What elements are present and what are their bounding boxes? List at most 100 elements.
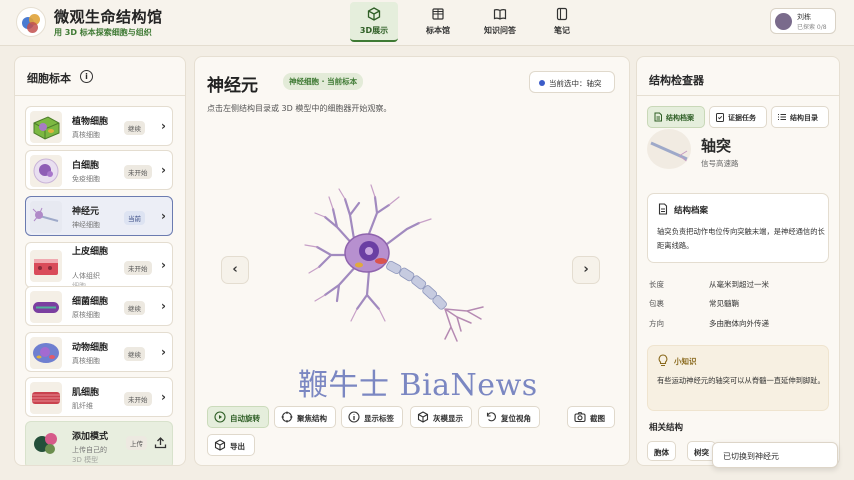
specimen-name: 白细胞 — [72, 161, 100, 171]
specimen-card-epithelial-cell[interactable]: 上皮细胞 人体组织 细胞 未开始 › — [25, 242, 173, 290]
toast-notification: 已切换到神经元 — [712, 442, 838, 468]
current-selection-text: 当前选中：轴突 — [549, 79, 602, 88]
status-badge: 继续 — [124, 121, 145, 135]
document-icon — [658, 203, 668, 215]
tool-label: 显示标签 — [364, 414, 394, 423]
specimen-panel: 细胞标本 i 植物细胞 真核细胞 继续 › 白细胞 免疫细胞 未开始 › 神经元… — [14, 56, 186, 466]
nav-tab-label: 3D展示 — [359, 26, 389, 35]
property-label: 长度 — [649, 280, 664, 289]
chevron-right-icon: › — [161, 299, 166, 313]
add-mode-subtitle-continued: 3D 模型 — [72, 456, 99, 464]
tab-evidence-tasks[interactable]: 证据任务 — [709, 106, 767, 128]
bacterial-cell-thumbnail — [30, 291, 62, 323]
add-mode-card[interactable]: 添加模式 上传自己的 3D 模型 上传 — [25, 421, 173, 465]
chevron-right-icon: › — [161, 345, 166, 359]
specimen-card-neuron[interactable]: 神经元 神经细胞 当前 › — [25, 196, 173, 236]
tool-label: 截图 — [590, 414, 605, 423]
status-badge: 未开始 — [124, 261, 152, 275]
grid-icon — [432, 8, 444, 20]
focus-structure-button[interactable]: 聚焦结构 — [274, 406, 336, 428]
specimen-card-bacterial-cell[interactable]: 细菌细胞 原核细胞 继续 › — [25, 286, 173, 326]
app-title: 微观生命结构馆 — [54, 8, 163, 26]
nav-tab-label: 知识问答 — [484, 26, 516, 35]
dossier-body: 轴突负责把动作电位传向突触末端，是神经通信的长距离线路。 — [657, 227, 825, 250]
specimen-card-animal-cell[interactable]: 动物细胞 真核细胞 继续 › — [25, 332, 173, 372]
specimen-card-white-blood-cell[interactable]: 白细胞 免疫细胞 未开始 › — [25, 150, 173, 190]
user-chip[interactable]: 刘栋 已探索 0/8 — [770, 8, 836, 34]
reset-view-button[interactable]: 复位视角 — [478, 406, 540, 428]
chevron-right-icon: › — [161, 119, 166, 133]
nav-tab-quiz[interactable]: 知识问答 — [476, 2, 524, 42]
status-badge: 继续 — [124, 301, 145, 315]
property-label: 包裹 — [649, 299, 664, 308]
crosshair-icon — [281, 411, 293, 423]
nav-tab-3d-display[interactable]: 3D展示 — [350, 2, 398, 42]
status-badge: 当前 — [124, 211, 145, 225]
nav-tab-specimen-hall[interactable]: 标本馆 — [414, 2, 462, 42]
structure-name: 轴突 — [701, 137, 732, 155]
tool-label: 聚焦结构 — [297, 414, 327, 423]
show-labels-button[interactable]: 显示标签 — [341, 406, 403, 428]
neuron-3d-model[interactable] — [295, 177, 525, 347]
property-value: 多由胞体向外传递 — [709, 319, 769, 328]
watermark: 鞭牛士 BiaNews — [298, 368, 538, 403]
dossier-title: 结构档案 — [674, 206, 709, 216]
document-icon — [654, 112, 662, 122]
white-blood-cell-thumbnail — [30, 155, 62, 187]
user-name: 刘栋 — [797, 13, 811, 21]
specimen-tag: 神经细胞 · 当前标本 — [283, 73, 364, 90]
add-mode-subtitle: 上传自己的 — [72, 446, 107, 454]
nav-tab-notes[interactable]: 笔记 — [538, 2, 586, 42]
related-chip-soma[interactable]: 胞体 — [647, 441, 676, 461]
camera-icon — [574, 412, 586, 423]
lightbulb-icon — [658, 354, 668, 367]
specimen-type: 肌纤维 — [72, 402, 93, 410]
viewer-panel: 神经元 神经细胞 · 当前标本 当前选中：轴突 点击左侧结构目录或 3D 模型中… — [194, 56, 630, 466]
specimen-type: 真核细胞 — [72, 357, 100, 365]
chevron-right-icon: › — [161, 209, 166, 223]
status-badge: 继续 — [124, 347, 145, 361]
status-badge: 未开始 — [124, 165, 152, 179]
screenshot-button[interactable]: 截图 — [567, 406, 615, 428]
previous-specimen-button[interactable]: ‹ — [221, 256, 249, 284]
tab-structure-index[interactable]: 结构目录 — [771, 106, 829, 128]
property-value: 常见髓鞘 — [709, 299, 739, 308]
property-label: 方向 — [649, 319, 664, 328]
tool-label: 自动旋转 — [230, 414, 260, 423]
notebook-icon — [556, 7, 568, 21]
specimen-type: 免疫细胞 — [72, 175, 100, 183]
specimen-panel-title: 细胞标本 — [27, 72, 71, 85]
auto-rotate-button[interactable]: 自动旋转 — [207, 406, 269, 428]
play-circle-icon — [214, 411, 226, 423]
specimen-type: 原核细胞 — [72, 311, 100, 319]
status-badge: 未开始 — [124, 392, 152, 406]
tab-structure-profile[interactable]: 结构档案 — [647, 106, 705, 128]
specimen-title: 神经元 — [207, 76, 258, 96]
tab-label: 结构目录 — [790, 114, 818, 122]
property-value: 从毫米到超过一米 — [709, 280, 769, 289]
specimen-card-plant-cell[interactable]: 植物细胞 真核细胞 继续 › — [25, 106, 173, 146]
specimen-name: 细菌细胞 — [72, 297, 109, 307]
info-icon[interactable]: i — [80, 70, 93, 83]
tool-label: 导出 — [230, 442, 245, 451]
export-button[interactable]: 导出 — [207, 434, 255, 456]
app-subtitle: 用 3D 标本探索细胞与组织 — [54, 28, 152, 37]
fun-fact-title: 小知识 — [674, 357, 697, 366]
neuron-thumbnail — [30, 201, 62, 233]
divider — [15, 95, 185, 96]
specimen-card-muscle-cell[interactable]: 肌细胞 肌纤维 未开始 › — [25, 377, 173, 417]
viewer-hint: 点击左侧结构目录或 3D 模型中的细胞器开始观察。 — [207, 104, 392, 113]
rotate-left-icon — [486, 412, 496, 422]
upload-icon[interactable] — [154, 436, 167, 449]
structure-dossier-card: 结构档案 轴突负责把动作电位传向突触末端，是神经通信的长距离线路。 — [647, 193, 829, 263]
cube-export-icon — [214, 439, 226, 451]
upload-badge[interactable]: 上传 — [126, 436, 147, 450]
specimen-type: 真核细胞 — [72, 131, 100, 139]
chevron-right-icon: › — [161, 390, 166, 404]
clipboard-check-icon — [716, 113, 724, 122]
muscle-cell-thumbnail — [30, 382, 62, 414]
next-specimen-button[interactable]: › — [572, 256, 600, 284]
gray-mode-button[interactable]: 灰模显示 — [410, 406, 472, 428]
axon-thumbnail — [647, 129, 691, 169]
book-icon — [493, 9, 507, 20]
